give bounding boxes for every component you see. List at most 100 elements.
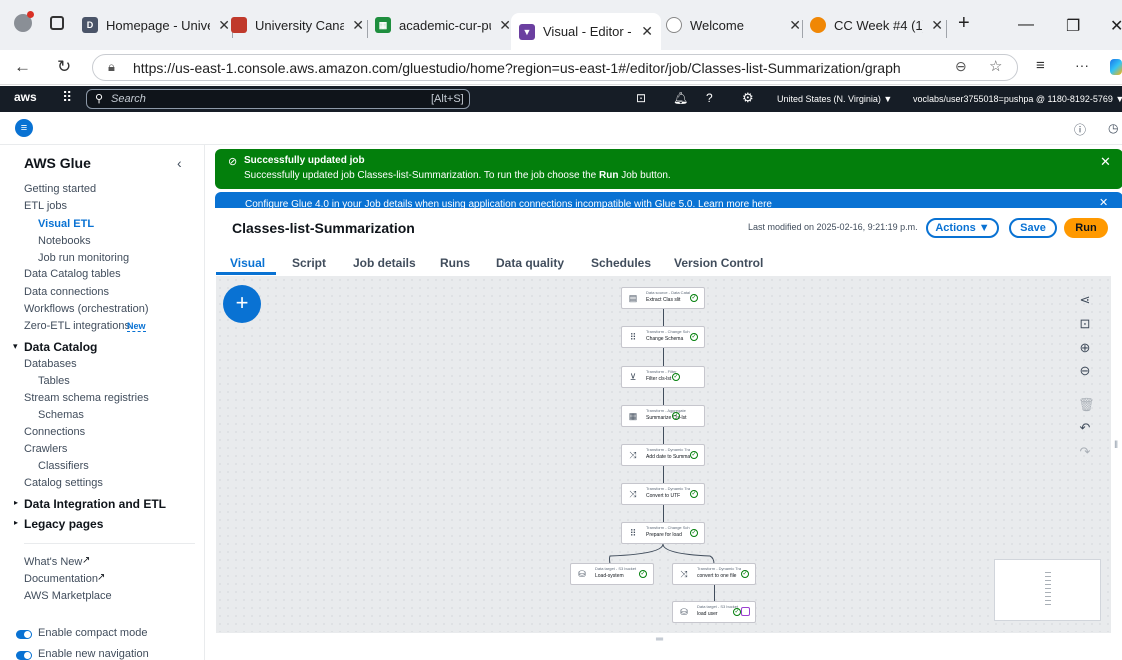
close-icon[interactable]: ✕ (931, 17, 943, 34)
services-grid-icon[interactable]: ⠿ (62, 89, 72, 106)
compact-mode-toggle[interactable] (16, 630, 32, 639)
region-selector[interactable]: United States (N. Virginia) ▼ (777, 94, 892, 104)
node-extract[interactable]: ▤ Data source - Data Catalog Extract Cla… (621, 287, 705, 309)
actions-dropdown[interactable]: Actions ▼ (926, 218, 999, 238)
tab-data-quality[interactable]: Data quality (496, 256, 564, 270)
tab-glue-visual-editor[interactable]: ▼ Visual - Editor - AW ✕ (511, 13, 661, 50)
sidebar-item-data-connections[interactable]: Data connections (24, 286, 109, 298)
sidebar-item-data-catalog-tables[interactable]: Data Catalog tables (24, 268, 121, 280)
sidebar-item-crawlers[interactable]: Crawlers (24, 443, 67, 455)
new-navigation-toggle[interactable] (16, 651, 32, 660)
sidebar-section-data-integration[interactable]: Data Integration and ETL (24, 497, 166, 511)
sidebar-item-classifiers[interactable]: Classifiers (38, 460, 89, 472)
close-icon[interactable]: ✕ (499, 17, 511, 34)
undo-icon[interactable]: ↶ (1078, 420, 1092, 436)
dismiss-info-icon[interactable]: ✕ (1099, 196, 1108, 208)
info-icon[interactable]: ⓘ (1074, 121, 1086, 138)
close-icon[interactable]: ✕ (218, 17, 230, 34)
sidebar-item-job-run-monitoring[interactable]: Job run monitoring (38, 252, 129, 264)
new-tab-icon[interactable]: + (958, 12, 970, 35)
tab-job-details[interactable]: Job details (353, 256, 416, 270)
settings-gear-icon[interactable]: ⚙ (742, 90, 754, 106)
close-icon[interactable]: ✕ (352, 17, 364, 34)
page-info-icon[interactable]: 🔒︎ (108, 59, 115, 75)
sidebar-item-schemas[interactable]: Schemas (38, 409, 84, 421)
navigation-menu-icon[interactable]: ≡ (15, 119, 33, 137)
sidebar-item-visual-etl[interactable]: Visual ETL (38, 218, 94, 230)
tab-runs[interactable]: Runs (440, 256, 470, 270)
cloudshell-icon[interactable]: ⊡ (636, 91, 646, 105)
favorite-star-icon[interactable]: ☆ (989, 57, 1002, 75)
feedback-icon[interactable]: ◷ (1108, 121, 1118, 135)
tab-schedules[interactable]: Schedules (591, 256, 651, 270)
sidebar-item-connections[interactable]: Connections (24, 426, 85, 438)
tab-university-canada[interactable]: University Canada \ ✕ (231, 9, 364, 41)
collapsed-caret-icon[interactable]: ▸ (14, 518, 18, 527)
aws-logo[interactable]: aws (14, 90, 37, 104)
minimap[interactable] (994, 559, 1101, 621)
account-menu[interactable]: voclabs/user3755018=pushpa @ 1180-8192-5… (913, 94, 1122, 104)
delete-icon[interactable]: 🗑︎ (1078, 397, 1095, 413)
node-summarize[interactable]: ▦ Transform - Aggregate Summarize Cls-ls… (621, 405, 705, 427)
tab-version-control[interactable]: Version Control (674, 256, 763, 270)
sidebar-item-databases[interactable]: Databases (24, 358, 77, 370)
sidebar-item-documentation[interactable]: Documentation (24, 573, 98, 585)
sidebar-item-aws-marketplace[interactable]: AWS Marketplace (24, 590, 112, 602)
zoom-icon[interactable]: ⊖ (955, 58, 967, 75)
sidebar-item-zero-etl[interactable]: Zero-ETL integrations (24, 320, 130, 332)
collapsed-caret-icon[interactable]: ▸ (14, 498, 18, 507)
sidebar-item-stream-schema[interactable]: Stream schema registries (24, 392, 149, 404)
favorites-icon[interactable]: ≡ (1036, 57, 1045, 74)
tab-academic[interactable]: ▦ academic-cur-pus ✕ (375, 9, 511, 41)
restore-icon[interactable]: ❐ (1066, 16, 1080, 36)
node-load-user[interactable]: ⛁ Data target - S3 bucket load user ✓ (672, 601, 756, 623)
minimize-icon[interactable]: — (1018, 16, 1034, 34)
redo-icon[interactable]: ↷ (1078, 444, 1092, 460)
tab-visual[interactable]: Visual (230, 256, 265, 270)
tab-welcome[interactable]: Welcome ✕ (666, 9, 801, 41)
node-change-schema[interactable]: ⠿ Transform - Change Sch... Change Schem… (621, 326, 705, 348)
node-prepare-for-load[interactable]: ⠿ Transform - Change Sch... Prepare for … (621, 522, 705, 544)
sidebar-item-notebooks[interactable]: Notebooks (38, 235, 91, 247)
fit-view-icon[interactable]: ⊡ (1078, 316, 1092, 332)
add-node-button[interactable]: + (223, 285, 261, 323)
expand-caret-icon[interactable]: ▾ (13, 341, 18, 352)
copilot-icon[interactable] (1110, 59, 1122, 75)
node-load-system[interactable]: ⛁ Data target - S3 bucket Load-system ✓ (570, 563, 654, 585)
tab-homepage[interactable]: D Homepage - Unive ✕ (82, 9, 230, 41)
sidebar-section-data-catalog[interactable]: Data Catalog (24, 340, 97, 354)
window-close-icon[interactable]: ✕ (1110, 16, 1122, 36)
zoom-out-icon[interactable]: ⊖ (1078, 363, 1092, 379)
more-icon[interactable]: ··· (1075, 57, 1089, 73)
sidebar-item-whats-new[interactable]: What's New (24, 556, 82, 568)
node-convert-utf[interactable]: ⤨ Transform - Dynamic Tra... Convert to … (621, 483, 705, 505)
zoom-in-icon[interactable]: ⊕ (1078, 340, 1092, 356)
sidebar-item-catalog-settings[interactable]: Catalog settings (24, 477, 103, 489)
bottom-panel-resize-handle[interactable]: ═ (656, 634, 663, 645)
collapse-sidebar-icon[interactable]: ‹ (177, 155, 182, 171)
help-icon[interactable]: ? (706, 91, 713, 105)
sidebar-item-tables[interactable]: Tables (38, 375, 70, 387)
sidebar-item-workflows[interactable]: Workflows (orchestration) (24, 303, 149, 315)
tab-script[interactable]: Script (292, 256, 326, 270)
sidebar-section-legacy-pages[interactable]: Legacy pages (24, 517, 103, 531)
node-name: Extract Clas slit (646, 297, 681, 303)
sidebar-item-getting-started[interactable]: Getting started (24, 183, 96, 195)
dismiss-flash-icon[interactable]: ✕ (1100, 154, 1111, 170)
save-button[interactable]: Save (1009, 218, 1057, 238)
close-icon[interactable]: ✕ (789, 17, 801, 34)
share-layout-icon[interactable]: ⋖ (1078, 292, 1092, 308)
close-icon[interactable]: ✕ (641, 23, 653, 40)
node-convert-one-file[interactable]: ⤨ Transform - Dynamic Tra... convert to … (672, 563, 756, 585)
tab-cc-week[interactable]: CC Week #4 (1).dra ✕ (810, 9, 943, 41)
node-filter[interactable]: ⊻ Transform - Filter Filter cls-lst ✓ (621, 366, 705, 388)
panel-resize-handle[interactable]: ‖ (1114, 440, 1118, 451)
notifications-icon[interactable]: 🔔︎ (673, 91, 688, 105)
sidebar-item-etl-jobs[interactable]: ETL jobs (24, 200, 67, 212)
reload-icon[interactable]: ↻ (57, 57, 71, 77)
back-icon[interactable]: ← (14, 57, 31, 77)
node-add-date[interactable]: ⤨ Transform - Dynamic Tra... Add date to… (621, 444, 705, 466)
url-text[interactable]: https://us-east-1.console.aws.amazon.com… (133, 60, 901, 76)
tab-actions-icon[interactable] (50, 16, 64, 30)
run-button[interactable]: Run (1064, 218, 1108, 238)
